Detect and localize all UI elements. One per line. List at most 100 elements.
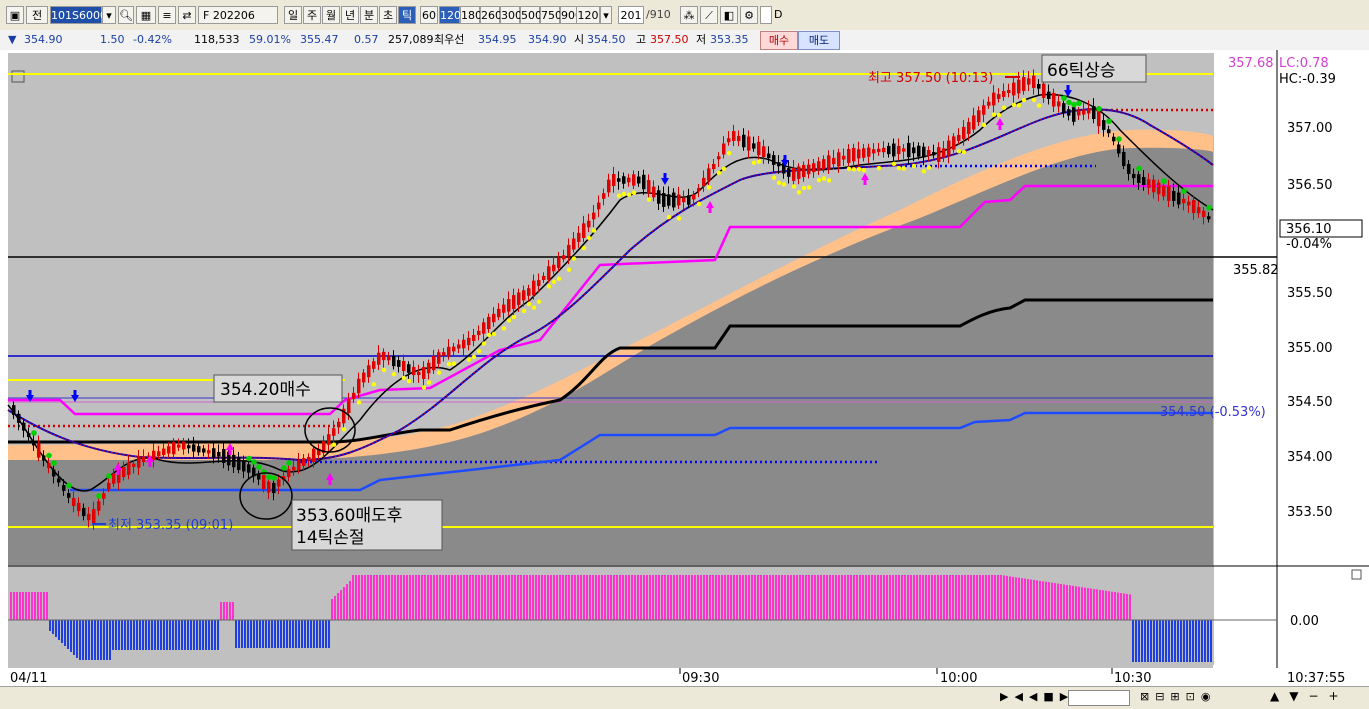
- code-dropdown-icon[interactable]: ▾: [102, 6, 116, 24]
- osc-bar: [880, 575, 882, 620]
- osc-bar: [1168, 620, 1170, 662]
- osc-bar: [466, 575, 468, 620]
- quote-v1: 355.47: [300, 33, 339, 46]
- signal-dot: [1076, 100, 1082, 107]
- osc-bar: [58, 620, 60, 640]
- arrows-icon[interactable]: ⇄: [178, 6, 196, 24]
- signal-dot: [381, 367, 387, 373]
- tick-260[interactable]: 260: [480, 6, 502, 24]
- osc-bar: [733, 575, 735, 620]
- tick-750[interactable]: 750: [540, 6, 562, 24]
- zoom-buttons[interactable]: ▲▼−+: [1270, 689, 1349, 703]
- osc-bar: [472, 575, 474, 620]
- osc-bar: [1210, 620, 1212, 662]
- candle: [702, 177, 706, 187]
- osc-bar: [94, 620, 96, 660]
- signal-dot: [501, 326, 507, 331]
- candle: [882, 147, 886, 153]
- tick-dropdown-icon[interactable]: ▾: [600, 6, 612, 24]
- high-note: 최고 357.50 (10:13): [868, 71, 993, 86]
- tick-180[interactable]: 180: [460, 6, 482, 24]
- osc-bar: [904, 575, 906, 620]
- osc-bar: [538, 575, 540, 620]
- osc-bar: [46, 592, 48, 620]
- quote-ask: 354.90: [528, 33, 567, 46]
- osc-bar: [415, 575, 417, 620]
- osc-bar: [1099, 589, 1101, 620]
- candle: [1182, 198, 1186, 204]
- candle: [292, 466, 296, 471]
- osc-bar: [847, 575, 849, 620]
- candle: [337, 421, 341, 428]
- candle: [382, 351, 386, 361]
- osc-bar: [52, 620, 54, 634]
- candle: [297, 460, 301, 471]
- osc-bar: [865, 575, 867, 620]
- osc-bar: [640, 575, 642, 620]
- candle: [752, 143, 756, 149]
- osc-bar: [205, 620, 207, 650]
- chart-tools[interactable]: ⊠⊟⊞⊡◉: [1140, 690, 1216, 703]
- candle: [627, 177, 631, 183]
- candle: [1202, 210, 1206, 218]
- osc-bar: [661, 575, 663, 620]
- osc-bar: [43, 592, 45, 620]
- label-jeon[interactable]: 전: [26, 6, 48, 24]
- zoom-slider[interactable]: [1068, 690, 1130, 706]
- osc-bar: [736, 575, 738, 620]
- tick-300[interactable]: 300: [500, 6, 522, 24]
- period-second[interactable]: 초: [379, 6, 397, 24]
- d-checkbox[interactable]: [760, 6, 772, 24]
- candle: [1057, 101, 1061, 107]
- settings-icon[interactable]: ⚙: [740, 6, 758, 24]
- osc-bar: [547, 575, 549, 620]
- price-chart[interactable]: 354.20매수 353.60매도후 14틱손절 66틱상승 최고 357.50…: [0, 50, 1369, 686]
- window-icon[interactable]: ▣: [6, 6, 24, 24]
- sell-button[interactable]: 매도: [798, 31, 840, 50]
- osc-bar: [583, 575, 585, 620]
- signal-dot: [991, 112, 997, 117]
- period-minute[interactable]: 분: [360, 6, 378, 24]
- count-input[interactable]: 201: [618, 6, 644, 24]
- signal-dot: [1136, 165, 1142, 172]
- period-month[interactable]: 월: [322, 6, 340, 24]
- candle: [332, 428, 336, 436]
- calc-icon[interactable]: ▦: [136, 6, 156, 24]
- tick-500[interactable]: 500: [520, 6, 542, 24]
- osc-bar: [163, 620, 165, 650]
- candle: [1177, 192, 1181, 205]
- quote-pct: -0.42%: [133, 33, 172, 46]
- candle: [972, 115, 976, 130]
- osc-bar: [412, 575, 414, 620]
- candle: [87, 513, 91, 521]
- search-icon[interactable]: 🔍︎: [118, 6, 134, 24]
- candle: [557, 258, 561, 268]
- period-year[interactable]: 년: [341, 6, 359, 24]
- osc-bar: [814, 575, 816, 620]
- candle: [77, 502, 81, 512]
- osc-bar: [286, 620, 288, 648]
- osc-bar: [1042, 581, 1044, 620]
- period-tick[interactable]: 틱: [398, 6, 416, 24]
- osc-bar: [187, 620, 189, 650]
- period-day[interactable]: 일: [284, 6, 302, 24]
- grid-icon[interactable]: ⁂: [680, 6, 698, 24]
- candle: [747, 136, 751, 151]
- period-week[interactable]: 주: [303, 6, 321, 24]
- osc-bar: [850, 575, 852, 620]
- code-input[interactable]: 101S6000: [50, 6, 107, 24]
- candle: [737, 135, 741, 142]
- save-icon[interactable]: ◧: [720, 6, 738, 24]
- buy-button[interactable]: 매수: [760, 31, 798, 50]
- tick-120[interactable]: 120: [439, 6, 461, 24]
- list-icon[interactable]: ≡: [158, 6, 176, 24]
- signal-dot: [51, 460, 57, 466]
- tick-value-input[interactable]: 120: [576, 6, 600, 24]
- osc-bar: [637, 575, 639, 620]
- osc-bar: [916, 575, 918, 620]
- osc-bar: [1000, 575, 1002, 620]
- osc-bar: [757, 575, 759, 620]
- line-tool-icon[interactable]: ⟋: [700, 6, 718, 24]
- tick-60[interactable]: 60: [420, 6, 438, 24]
- signal-dot: [821, 176, 827, 181]
